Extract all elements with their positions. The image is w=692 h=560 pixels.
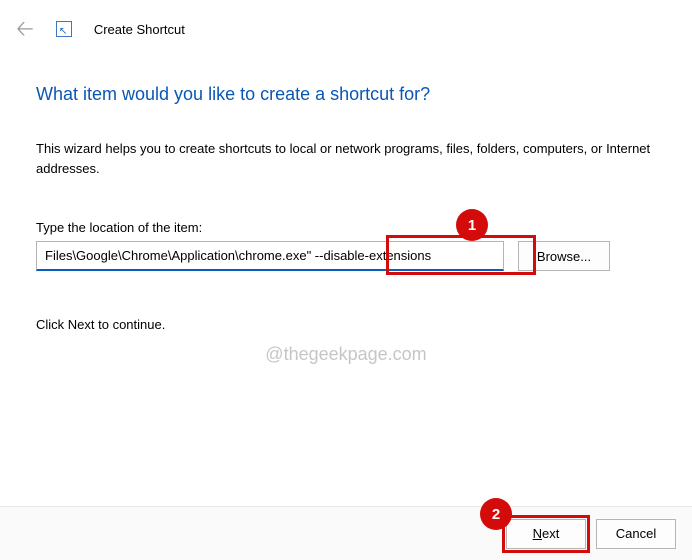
location-row: Files\Google\Chrome\Application\chrome.e… [36,241,656,271]
cancel-button[interactable]: Cancel [596,519,676,549]
watermark-text: @thegeekpage.com [265,344,426,365]
next-button[interactable]: Next [506,519,586,549]
next-rest: ext [542,526,559,541]
wizard-footer: Next Cancel [0,506,692,560]
wizard-title: Create Shortcut [94,22,185,37]
wizard-header: 🡠 Create Shortcut [0,0,692,40]
location-input[interactable]: Files\Google\Chrome\Application\chrome.e… [36,241,504,271]
browse-button[interactable]: Browse... [518,241,610,271]
wizard-content: What item would you like to create a sho… [0,40,692,332]
wizard-description: This wizard helps you to create shortcut… [36,139,656,178]
location-label: Type the location of the item: [36,220,656,235]
wizard-question: What item would you like to create a sho… [36,84,656,105]
back-arrow-icon[interactable]: 🡠 [16,18,34,40]
next-accel: N [533,526,542,541]
location-input-wrap: Files\Google\Chrome\Application\chrome.e… [36,241,504,271]
shortcut-icon [56,21,72,37]
continue-hint: Click Next to continue. [36,317,656,332]
